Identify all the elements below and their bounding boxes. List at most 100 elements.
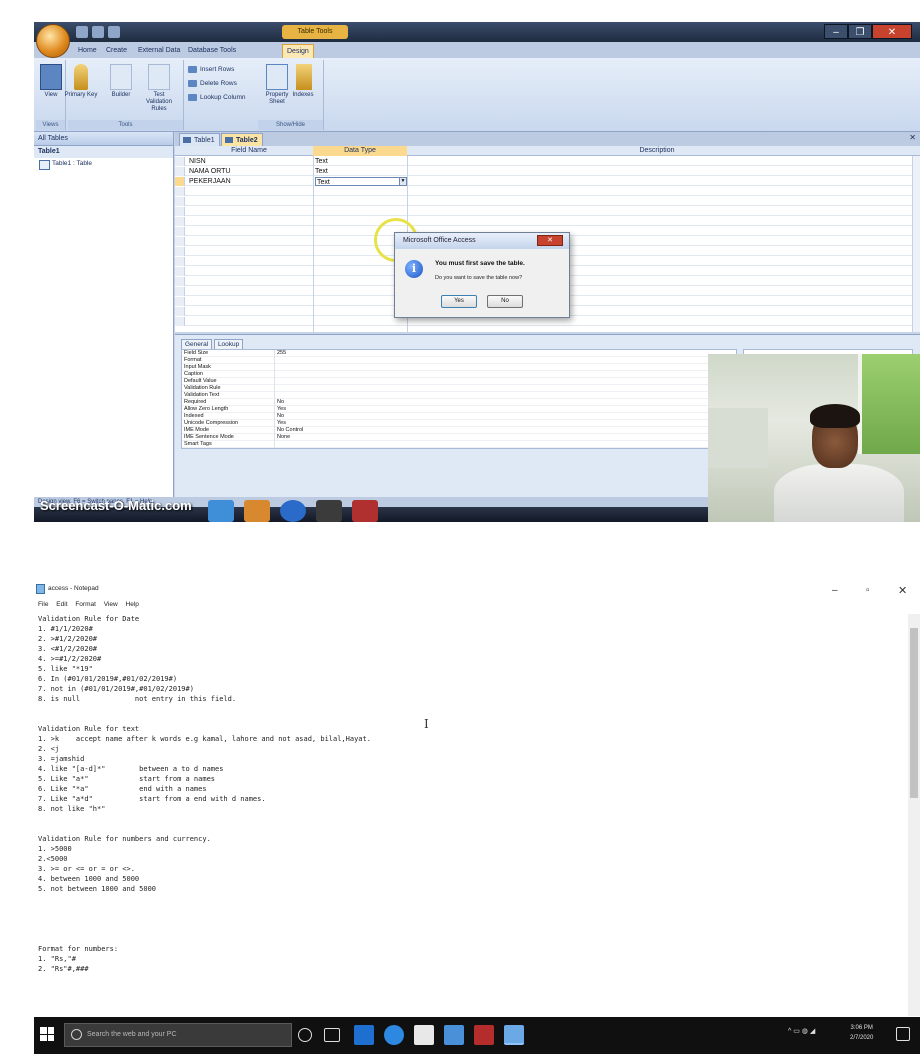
edge-browser-icon[interactable] xyxy=(384,1025,404,1045)
property-row[interactable]: Smart Tags xyxy=(182,441,736,448)
property-sheet-icon[interactable] xyxy=(266,64,288,90)
table-row[interactable]: NISN Text xyxy=(175,157,920,166)
close-document-icon[interactable]: ✕ xyxy=(909,133,916,142)
delete-rows-button[interactable]: Delete Rows xyxy=(186,78,237,89)
lookup-column-button[interactable]: Lookup Column xyxy=(186,92,246,103)
property-value[interactable] xyxy=(274,364,277,371)
row-selector[interactable] xyxy=(175,257,185,266)
row-selector[interactable] xyxy=(175,177,185,186)
row-selector[interactable] xyxy=(175,317,185,326)
tab-create[interactable]: Create xyxy=(106,44,127,58)
property-row[interactable]: Default Value xyxy=(182,378,736,385)
chevron-down-icon[interactable]: ▼ xyxy=(399,177,407,186)
windows-start-icon[interactable] xyxy=(40,1027,54,1041)
row-selector[interactable] xyxy=(175,287,185,296)
property-value[interactable]: No xyxy=(274,399,284,406)
vertical-scrollbar[interactable] xyxy=(908,614,920,1016)
menu-help[interactable]: Help xyxy=(126,601,139,608)
property-row[interactable]: Caption xyxy=(182,371,736,378)
property-row[interactable]: Allow Zero Length Yes xyxy=(182,406,736,413)
row-selector[interactable] xyxy=(175,207,185,216)
property-row[interactable]: Unicode Compression Yes xyxy=(182,420,736,427)
row-selector[interactable] xyxy=(175,197,185,206)
grid-scrollbar[interactable] xyxy=(912,156,920,332)
property-value[interactable]: Yes xyxy=(274,406,286,413)
row-selector[interactable] xyxy=(175,297,185,306)
property-row[interactable]: IME Sentence Mode None xyxy=(182,434,736,441)
row-selector[interactable] xyxy=(175,277,185,286)
save-icon[interactable] xyxy=(76,26,88,38)
row-selector[interactable] xyxy=(175,187,185,196)
menu-view[interactable]: View xyxy=(104,601,118,608)
property-value[interactable]: Yes xyxy=(274,420,286,427)
mail-icon[interactable] xyxy=(444,1025,464,1045)
dialog-close-button[interactable]: ✕ xyxy=(537,235,563,246)
office-button[interactable] xyxy=(36,24,70,58)
yes-button[interactable]: Yes xyxy=(441,295,477,308)
tab-database-tools[interactable]: Database Tools xyxy=(188,44,236,58)
indexes-icon[interactable] xyxy=(296,64,312,90)
field-name-cell[interactable]: NAMA ORTU xyxy=(189,167,231,176)
row-selector[interactable] xyxy=(175,217,185,226)
search-input[interactable]: Search the web and your PC xyxy=(64,1023,292,1047)
property-value[interactable]: 255 xyxy=(274,350,286,357)
taskbar-app-icon[interactable] xyxy=(208,500,234,522)
microphone-icon[interactable] xyxy=(298,1028,312,1042)
property-value[interactable] xyxy=(274,357,277,364)
property-value[interactable] xyxy=(274,371,277,378)
property-row[interactable]: Input Mask xyxy=(182,364,736,371)
tab-general[interactable]: General xyxy=(181,339,213,349)
doc-tab-table1[interactable]: Table1 xyxy=(179,133,220,146)
taskbar-app-icon[interactable] xyxy=(244,500,270,522)
table-row[interactable] xyxy=(175,197,920,206)
notification-icon[interactable] xyxy=(896,1027,910,1041)
primary-key-icon[interactable] xyxy=(74,64,88,90)
taskbar-app-icon[interactable] xyxy=(316,500,342,522)
menu-edit[interactable]: Edit xyxy=(56,601,67,608)
insert-rows-button[interactable]: Insert Rows xyxy=(186,64,234,75)
maximize-button[interactable]: ❐ xyxy=(848,24,872,39)
property-value[interactable] xyxy=(274,385,277,392)
tab-design[interactable]: Design xyxy=(282,44,314,58)
tab-lookup[interactable]: Lookup xyxy=(213,339,244,349)
row-selector[interactable] xyxy=(175,157,185,166)
property-row[interactable]: Validation Rule xyxy=(182,385,736,392)
row-selector[interactable] xyxy=(175,307,185,316)
property-row[interactable]: Field Size 255 xyxy=(182,350,736,357)
scrollbar-thumb[interactable] xyxy=(910,628,918,798)
property-row[interactable]: Validation Text xyxy=(182,392,736,399)
table-row[interactable] xyxy=(175,217,920,226)
property-row[interactable]: Required No xyxy=(182,399,736,406)
property-value[interactable] xyxy=(274,392,277,399)
field-name-cell[interactable]: NISN xyxy=(189,157,206,166)
property-value[interactable]: No Control xyxy=(274,427,303,434)
undo-icon[interactable] xyxy=(92,26,104,38)
table-row[interactable] xyxy=(175,317,920,326)
property-row[interactable]: Indexed No xyxy=(182,413,736,420)
internet-explorer-icon[interactable] xyxy=(280,500,306,522)
table-row[interactable] xyxy=(175,207,920,216)
property-row[interactable]: IME Mode No Control xyxy=(182,427,736,434)
table-row[interactable] xyxy=(175,187,920,196)
no-button[interactable]: No xyxy=(487,295,523,308)
test-validation-icon[interactable] xyxy=(148,64,170,90)
nav-pane-header[interactable]: All Tables xyxy=(34,132,173,146)
view-icon[interactable] xyxy=(40,64,62,90)
row-selector[interactable] xyxy=(175,167,185,176)
tab-external-data[interactable]: External Data xyxy=(138,44,180,58)
task-view-icon[interactable] xyxy=(324,1028,340,1042)
system-tray-icons[interactable]: ^ ▭ ◍ ◢ xyxy=(788,1027,815,1035)
data-type-cell[interactable]: Text xyxy=(315,157,328,166)
row-selector[interactable] xyxy=(175,267,185,276)
nav-group-table1[interactable]: Table1 xyxy=(34,146,173,158)
row-selector[interactable] xyxy=(175,227,185,236)
row-selector[interactable] xyxy=(175,247,185,256)
taskbar-app-icon[interactable] xyxy=(354,1025,374,1045)
minimize-button[interactable]: – xyxy=(824,24,848,39)
store-icon[interactable] xyxy=(414,1025,434,1045)
notepad-taskbar-icon[interactable] xyxy=(504,1025,524,1045)
row-selector[interactable] xyxy=(175,237,185,246)
access-taskbar-icon[interactable] xyxy=(352,500,378,522)
menu-file[interactable]: File xyxy=(38,601,48,608)
property-value[interactable] xyxy=(274,378,277,385)
